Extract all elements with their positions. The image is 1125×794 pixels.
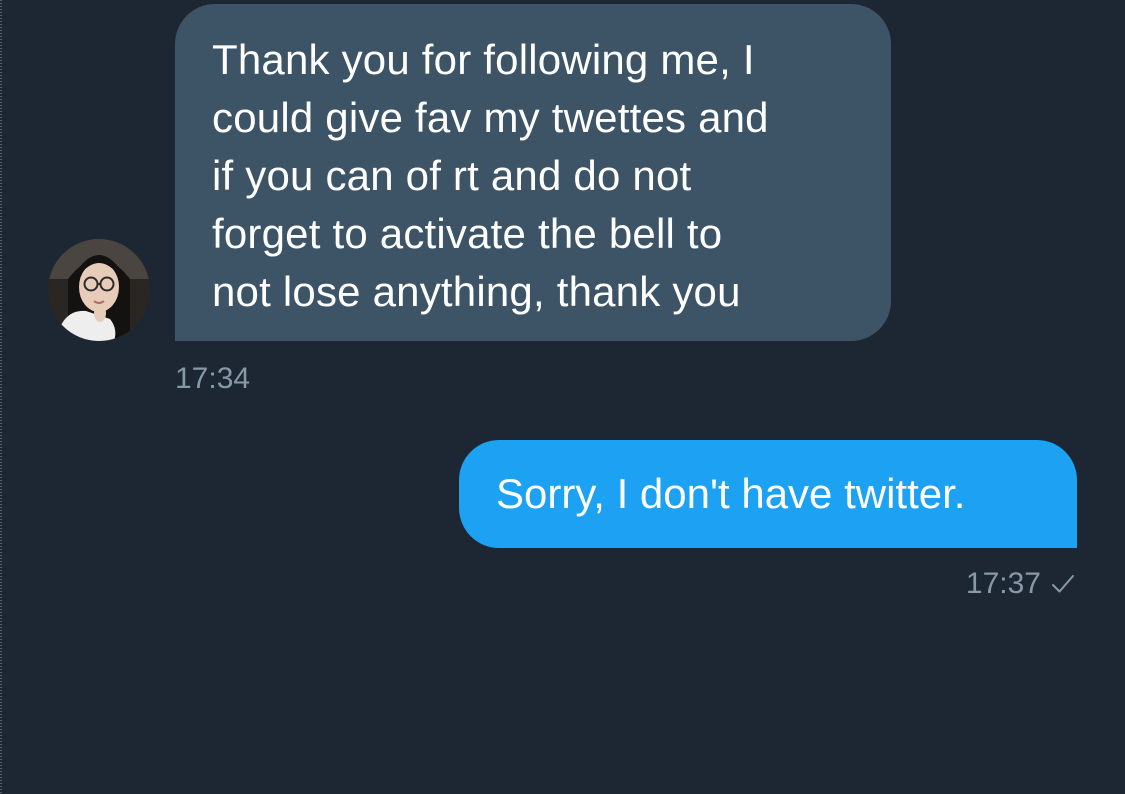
incoming-message-bubble[interactable]: Thank you for following me, I could give… <box>175 4 891 341</box>
outgoing-message-timestamp: 17:37 <box>965 567 1041 600</box>
sender-avatar[interactable] <box>48 239 150 341</box>
outgoing-message-meta: 17:37 <box>966 567 1075 601</box>
checkmark-icon <box>1051 573 1075 595</box>
outgoing-message-text: Sorry, I don't have twitter. <box>496 470 966 517</box>
incoming-message-text: Thank you for following me, I could give… <box>212 36 769 315</box>
window-edge <box>0 0 2 794</box>
incoming-message-timestamp: 17:34 <box>175 362 251 395</box>
outgoing-message-bubble[interactable]: Sorry, I don't have twitter. <box>459 440 1077 548</box>
